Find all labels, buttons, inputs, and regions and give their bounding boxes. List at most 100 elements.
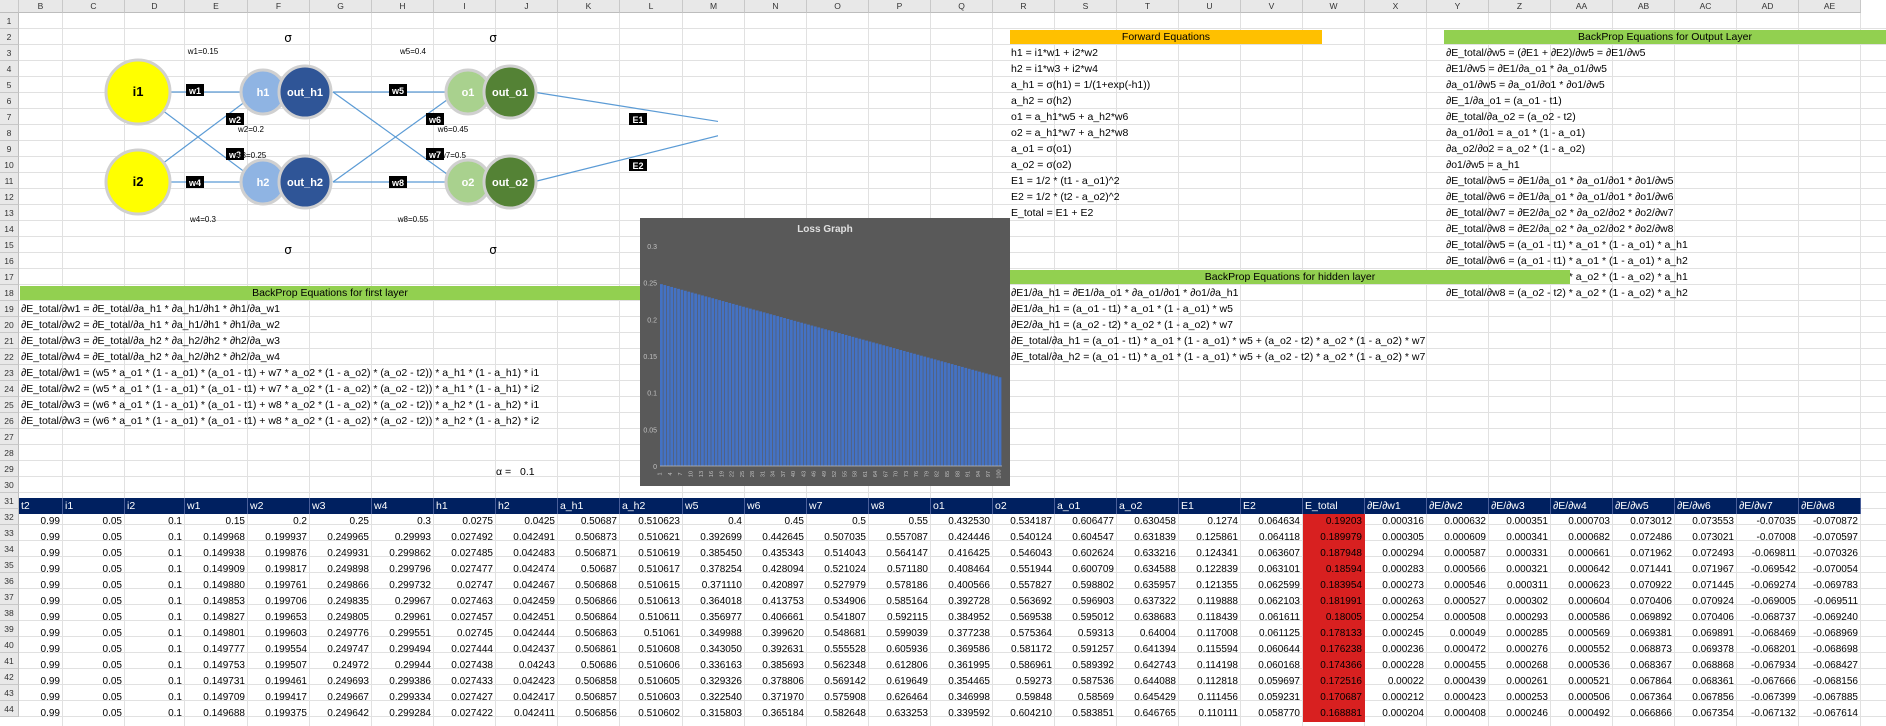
table-cell[interactable]: 0.329326 <box>683 674 745 690</box>
table-cell[interactable]: 0.027485 <box>434 546 496 562</box>
table-cell[interactable]: 0.249805 <box>310 610 372 626</box>
table-cell[interactable]: 0.149909 <box>185 562 248 578</box>
table-cell[interactable]: 0.527979 <box>807 578 869 594</box>
column-header[interactable]: Q <box>931 0 993 13</box>
table-cell[interactable]: 0.000408 <box>1427 706 1489 722</box>
table-cell[interactable]: 0.149827 <box>185 610 248 626</box>
table-cell[interactable]: 0.322540 <box>683 690 745 706</box>
table-cell[interactable]: -0.069511 <box>1799 594 1861 610</box>
table-cell[interactable]: 0.569142 <box>807 674 869 690</box>
table-cell[interactable]: 0.1 <box>125 690 185 706</box>
table-cell[interactable]: 0.582648 <box>807 706 869 722</box>
table-cell[interactable]: -0.069274 <box>1737 578 1799 594</box>
table-cell[interactable]: 0.059231 <box>1241 690 1303 706</box>
table-cell[interactable]: 0.000316 <box>1365 514 1427 530</box>
table-cell[interactable]: 0.000521 <box>1551 674 1613 690</box>
table-cell[interactable]: 0.435343 <box>745 546 807 562</box>
table-cell[interactable]: 0.1 <box>125 562 185 578</box>
table-cell[interactable]: 0.1 <box>125 594 185 610</box>
table-cell[interactable]: 0.027427 <box>434 690 496 706</box>
table-cell[interactable]: 0.99 <box>19 562 63 578</box>
table-cell[interactable]: 0.000604 <box>1551 594 1613 610</box>
column-header[interactable]: AC <box>1675 0 1737 13</box>
table-cell[interactable]: 0.578186 <box>869 578 931 594</box>
row-header[interactable]: 31 <box>0 493 19 509</box>
table-cell[interactable]: 0.626464 <box>869 690 931 706</box>
row-header[interactable]: 1 <box>0 13 19 29</box>
row-header[interactable]: 35 <box>0 557 19 573</box>
row-header[interactable]: 40 <box>0 637 19 653</box>
first-backprop-equation[interactable]: ∂E_total/∂w3 = ∂E_total/∂a_h2 * ∂a_h2/∂h… <box>21 333 639 349</box>
table-cell[interactable]: 0.061611 <box>1241 610 1303 626</box>
row-header[interactable]: 24 <box>0 381 19 397</box>
table-cell[interactable]: 0.05 <box>63 610 125 626</box>
table-cell[interactable]: 0.199761 <box>248 578 310 594</box>
table-cell[interactable]: 0.420897 <box>745 578 807 594</box>
table-cell[interactable]: 0.068367 <box>1613 658 1675 674</box>
table-cell[interactable]: 0.199375 <box>248 706 310 722</box>
row-header[interactable]: 5 <box>0 77 19 93</box>
hidden-backprop-equation[interactable]: ∂E1/∂a_h1 = ∂E1/∂a_o1 * ∂a_o1/∂o1 * ∂o1/… <box>1011 285 1444 301</box>
table-cell[interactable]: 0.000703 <box>1551 514 1613 530</box>
table-cell[interactable]: 0.000423 <box>1427 690 1489 706</box>
table-cell[interactable]: 0.042483 <box>496 546 558 562</box>
row-header[interactable]: 33 <box>0 525 19 541</box>
table-cell[interactable]: 0.000268 <box>1489 658 1551 674</box>
table-cell[interactable]: 0.067354 <box>1675 706 1737 722</box>
row-header[interactable]: 38 <box>0 605 19 621</box>
table-cell[interactable]: 0.05 <box>63 594 125 610</box>
table-cell[interactable]: 0.068361 <box>1675 674 1737 690</box>
table-cell[interactable]: 0.638683 <box>1117 610 1179 626</box>
table-cell[interactable]: 0.070922 <box>1613 578 1675 594</box>
row-header[interactable]: 25 <box>0 397 19 413</box>
row-header[interactable]: 43 <box>0 685 19 701</box>
table-cell[interactable]: 0.534906 <box>807 594 869 610</box>
table-cell[interactable]: 0.506871 <box>558 546 620 562</box>
table-cell[interactable]: -0.068469 <box>1737 626 1799 642</box>
table-cell[interactable]: -0.067614 <box>1799 706 1861 722</box>
table-header-cell[interactable]: a_h1 <box>558 498 620 514</box>
table-cell[interactable]: 0.99 <box>19 578 63 594</box>
table-cell[interactable]: -0.068698 <box>1799 642 1861 658</box>
table-cell[interactable]: 0.424446 <box>931 530 993 546</box>
table-cell[interactable]: 0.19203 <box>1303 514 1365 530</box>
column-header[interactable]: AB <box>1613 0 1675 13</box>
table-cell[interactable]: 0.149731 <box>185 674 248 690</box>
table-cell[interactable]: 0.510617 <box>620 562 683 578</box>
table-header-cell[interactable]: ∂E/∂w3 <box>1489 498 1551 514</box>
table-cell[interactable]: 0.602624 <box>1055 546 1117 562</box>
table-header-cell[interactable]: w8 <box>869 498 931 514</box>
table-cell[interactable]: 0.249747 <box>310 642 372 658</box>
table-cell[interactable]: 0.027433 <box>434 674 496 690</box>
table-cell[interactable]: 0.000321 <box>1489 562 1551 578</box>
first-backprop-equation[interactable]: ∂E_total/∂w4 = ∂E_total/∂a_h2 * ∂a_h2/∂h… <box>21 349 639 365</box>
row-header[interactable]: 28 <box>0 445 19 461</box>
table-cell[interactable]: -0.070597 <box>1799 530 1861 546</box>
table-cell[interactable]: 0.042444 <box>496 626 558 642</box>
table-cell[interactable]: 0.042491 <box>496 530 558 546</box>
table-cell[interactable]: 0.299551 <box>372 626 434 642</box>
output-backprop-equation[interactable]: ∂E_total/∂a_o2 = (a_o2 - t2) <box>1446 109 1886 125</box>
row-header[interactable]: 26 <box>0 413 19 429</box>
table-cell[interactable]: 0.583851 <box>1055 706 1117 722</box>
column-header[interactable]: E <box>185 0 248 13</box>
table-cell[interactable]: 0.072493 <box>1675 546 1737 562</box>
table-cell[interactable]: 0.000351 <box>1489 514 1551 530</box>
table-cell[interactable]: 0.149709 <box>185 690 248 706</box>
output-backprop-equation[interactable]: ∂o1/∂w5 = a_h1 <box>1446 157 1886 173</box>
table-cell[interactable]: 0.18005 <box>1303 610 1365 626</box>
table-cell[interactable]: 0.02747 <box>434 578 496 594</box>
table-cell[interactable]: 0.05 <box>63 514 125 530</box>
table-cell[interactable]: 0.199706 <box>248 594 310 610</box>
table-cell[interactable]: 0.619649 <box>869 674 931 690</box>
table-cell[interactable]: 0.149777 <box>185 642 248 658</box>
table-cell[interactable]: 0.115594 <box>1179 642 1241 658</box>
table-cell[interactable]: 0.000283 <box>1365 562 1427 578</box>
column-header[interactable]: H <box>372 0 434 13</box>
table-cell[interactable]: 0.000311 <box>1489 578 1551 594</box>
table-cell[interactable]: -0.068969 <box>1799 626 1861 642</box>
table-cell[interactable]: 0.042451 <box>496 610 558 626</box>
table-cell[interactable]: 0.068873 <box>1613 642 1675 658</box>
table-cell[interactable]: 0.249866 <box>310 578 372 594</box>
table-cell[interactable]: 0.000682 <box>1551 530 1613 546</box>
